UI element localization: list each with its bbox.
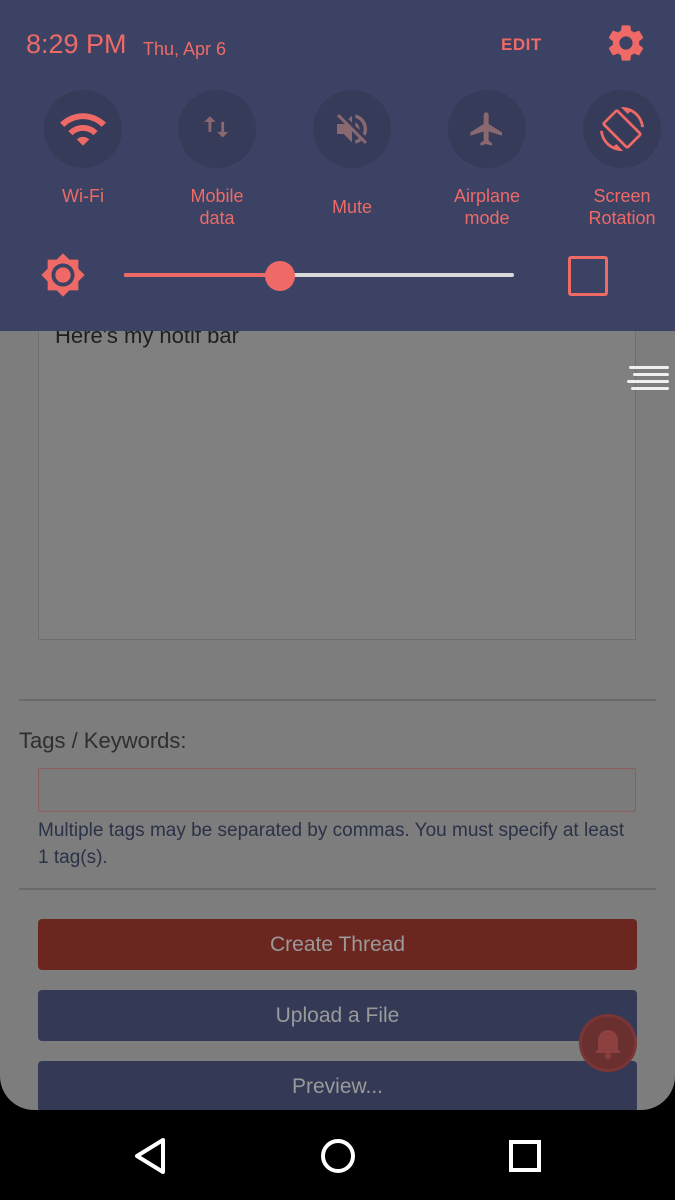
back-icon[interactable]	[127, 1132, 175, 1180]
divider	[19, 888, 656, 890]
tile-label: Wi-Fi	[62, 186, 104, 206]
clock-date: Thu, Apr 6	[143, 39, 227, 59]
tile-label: Mute	[331, 197, 373, 217]
tags-help-text: Multiple tags may be separated by commas…	[38, 820, 625, 868]
brightness-icon	[41, 253, 85, 297]
airplane-icon	[470, 112, 502, 146]
message-body-textarea[interactable]: Here's my notif bar	[38, 290, 636, 640]
tags-label: Tags / Keywords:	[19, 728, 187, 753]
scroll-handle-icon[interactable]	[625, 366, 669, 392]
navigation-bar	[0, 1110, 675, 1200]
screen-rotation-icon	[600, 107, 644, 151]
mobile-data-icon	[204, 116, 229, 138]
recents-icon[interactable]	[501, 1132, 549, 1180]
edit-tiles-button[interactable]: EDIT	[501, 35, 542, 55]
wifi-icon	[60, 113, 106, 146]
clock-time: 8:29 PM	[26, 29, 127, 59]
tile-airplane-mode[interactable]: Airplane mode	[424, 90, 550, 229]
mute-icon	[337, 114, 367, 144]
divider	[19, 699, 656, 701]
bell-icon	[595, 1030, 621, 1059]
home-icon[interactable]	[314, 1132, 362, 1180]
tile-label: Airplane mode	[453, 186, 521, 228]
brightness-slider-thumb[interactable]	[265, 261, 295, 291]
notification-shade: 8:29 PM Thu, Apr 6 EDIT Wi-Fi Mobile data…	[0, 0, 675, 331]
brightness-slider-fill	[124, 273, 280, 277]
tags-input[interactable]	[38, 768, 636, 812]
preview-button[interactable]: Preview...	[38, 1061, 637, 1110]
tile-label: Screen Rotation	[588, 186, 656, 228]
auto-brightness-checkbox[interactable]	[568, 256, 608, 296]
upload-file-button[interactable]: Upload a File	[38, 990, 637, 1041]
tile-mute[interactable]: Mute	[289, 90, 415, 218]
gear-icon[interactable]	[604, 21, 648, 65]
tile-screen-rotation[interactable]: Screen Rotation	[559, 90, 675, 229]
tile-wifi[interactable]: Wi-Fi	[20, 90, 146, 207]
create-thread-button[interactable]: Create Thread	[38, 919, 637, 970]
notification-bell-button[interactable]	[579, 1014, 637, 1072]
tile-mobile-data[interactable]: Mobile data	[154, 90, 280, 229]
tile-label: Mobile data	[190, 186, 244, 228]
